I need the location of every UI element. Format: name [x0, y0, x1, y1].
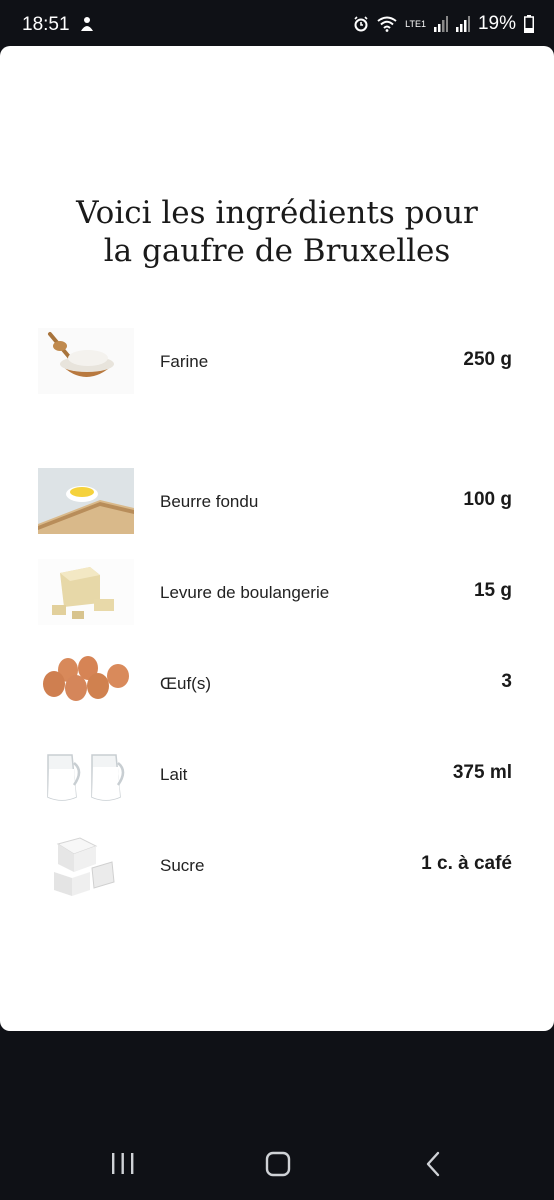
ingredient-quantity: 250 g	[463, 349, 512, 370]
ingredient-row-sucre: Sucre 1 c. à café	[0, 832, 554, 902]
home-icon[interactable]	[264, 1150, 292, 1178]
sugar-cubes-image	[38, 832, 134, 898]
ingredient-row-levure: Levure de boulangerie 15 g	[0, 559, 554, 629]
wifi-icon	[377, 16, 397, 32]
ingredient-name: Sucre	[160, 856, 205, 875]
ingredient-quantity: 100 g	[463, 489, 512, 510]
eggs-image	[38, 650, 134, 716]
notification-icon	[81, 17, 93, 31]
milk-jugs-image	[38, 741, 134, 807]
ingredient-row-beurre: Beurre fondu 100 g	[0, 468, 554, 538]
ingredient-row-farine: Farine 250 g	[0, 328, 554, 398]
recent-apps-icon[interactable]	[110, 1150, 136, 1178]
ingredient-name: Lait	[160, 765, 188, 784]
title-line-1: Voici les ingrédients pour	[76, 195, 478, 231]
battery-icon	[524, 15, 534, 33]
title-line-2: la gaufre de Bruxelles	[103, 233, 451, 269]
ingredient-name: Farine	[160, 352, 209, 371]
ingredient-quantity: 375 ml	[452, 762, 512, 783]
flour-bowl-image	[38, 328, 134, 394]
melted-butter-image	[38, 468, 134, 534]
system-nav-bar	[0, 1130, 554, 1200]
battery-percent: 19%	[477, 13, 516, 34]
signal-roaming-icon	[455, 16, 470, 32]
ingredient-quantity: 1 c. à café	[421, 853, 512, 874]
ingredient-name: Œuf(s)	[160, 674, 211, 693]
ingredient-row-oeufs: Œuf(s) 3	[0, 650, 554, 720]
signal-icon	[433, 16, 448, 32]
status-indicators: LTE1 19%	[353, 13, 534, 35]
ingredients-sheet: Voici les ingrédients pour la gaufre de …	[0, 46, 554, 1031]
yeast-image	[38, 559, 134, 625]
back-icon[interactable]	[422, 1150, 444, 1178]
status-bar: 18:51 LTE1 19%	[0, 0, 554, 48]
ingredient-quantity: 3	[501, 671, 512, 692]
ingredient-quantity: 15 g	[473, 580, 512, 601]
network-type-label: LTE1	[405, 18, 426, 29]
ingredient-row-lait: Lait 375 ml	[0, 741, 554, 811]
ingredient-name: Levure de boulangerie	[160, 583, 330, 602]
status-time: 18:51	[22, 14, 70, 35]
alarm-icon	[354, 16, 368, 32]
page-title: Voici les ingrédients pour la gaufre de …	[0, 194, 554, 270]
ingredient-name: Beurre fondu	[160, 492, 259, 511]
